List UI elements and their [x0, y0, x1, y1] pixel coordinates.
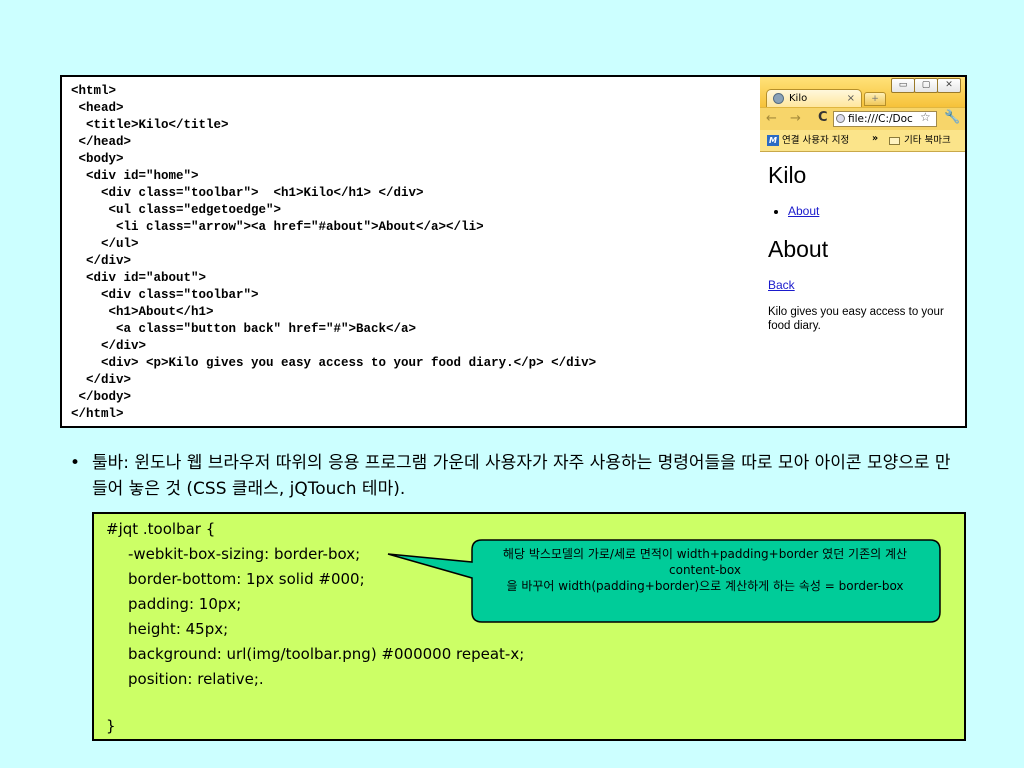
- css-rule: background: url(img/toolbar.png) #000000…: [128, 645, 525, 663]
- about-link[interactable]: About: [788, 204, 819, 218]
- bullet-text: 툴바: 윈도나 웹 브라우저 따위의 응용 프로그램 가운데 사용자가 자주 사…: [92, 453, 951, 499]
- css-rule: height: 45px;: [128, 620, 229, 638]
- back-arrow-icon[interactable]: ←: [766, 111, 777, 126]
- bookmarks-more-icon[interactable]: »: [872, 128, 878, 150]
- window-controls: ▭ ▢ ✕: [891, 78, 961, 93]
- page-icon: [836, 114, 845, 123]
- address-text: file:///C:/Doc: [848, 113, 913, 125]
- other-bookmarks[interactable]: 기타 북마크: [904, 130, 951, 152]
- maximize-icon[interactable]: ▢: [914, 78, 938, 93]
- home-list: About: [768, 204, 819, 218]
- callout-line-2: 을 바꾸어 width(padding+border)으로 계산하게 하는 속성…: [506, 579, 904, 593]
- callout-note: 해당 박스모델의 가로/세로 면적이 width+padding+border …: [470, 538, 940, 623]
- bookmarks-bar: M 연결 사용자 지정 » 기타 북마크: [760, 130, 965, 152]
- home-heading: Kilo: [768, 162, 807, 188]
- bullet-dot: •: [70, 453, 81, 473]
- about-heading: About: [768, 236, 829, 262]
- tab-kilo[interactable]: Kilo ×: [766, 89, 862, 108]
- css-rule: position: relative;.: [128, 670, 264, 688]
- browser-titlebar: ▭ ▢ ✕ Kilo × +: [760, 77, 965, 108]
- css-rule: padding: 10px;: [128, 595, 242, 613]
- reload-icon[interactable]: C: [818, 110, 828, 125]
- star-icon[interactable]: ☆: [920, 110, 931, 124]
- html-code-box: <html> <head> <title>Kilo</title> </head…: [60, 75, 760, 428]
- css-closing-brace: }: [106, 717, 116, 735]
- minimize-icon[interactable]: ▭: [891, 78, 915, 93]
- back-link[interactable]: Back: [768, 278, 795, 292]
- globe-icon: [773, 93, 784, 104]
- wrench-icon[interactable]: 🔧: [944, 110, 960, 125]
- back-link-row: Back: [768, 278, 953, 293]
- tab-title: Kilo: [789, 93, 808, 104]
- css-rule: border-bottom: 1px solid #000;: [128, 570, 365, 588]
- new-tab-icon[interactable]: +: [864, 92, 886, 106]
- css-rule: -webkit-box-sizing: border-box;: [128, 545, 361, 563]
- bookmark-m-icon: M: [767, 135, 779, 146]
- browser-window: ▭ ▢ ✕ Kilo × + ← → C file:///C:/Doc ☆ 🔧 …: [760, 77, 965, 426]
- browser-page: Kilo About About Back Kilo gives you eas…: [760, 152, 965, 426]
- html-code-listing: <html> <head> <title>Kilo</title> </head…: [71, 84, 597, 421]
- tab-close-icon[interactable]: ×: [847, 90, 855, 107]
- browser-toolbar: ← → C file:///C:/Doc ☆ 🔧: [760, 107, 965, 130]
- list-item: About: [788, 204, 819, 218]
- about-text: Kilo gives you easy access to your food …: [768, 306, 944, 332]
- forward-arrow-icon[interactable]: →: [790, 111, 801, 126]
- bookmark-custom-link[interactable]: 연결 사용자 지정: [782, 130, 849, 152]
- frame-border-bottom: [760, 426, 967, 428]
- close-icon[interactable]: ✕: [937, 78, 961, 93]
- folder-icon: [889, 137, 900, 145]
- frame-border-right: [965, 75, 967, 428]
- css-selector: #jqt .toolbar {: [106, 520, 216, 538]
- callout-line-1: 해당 박스모델의 가로/세로 면적이 width+padding+border …: [502, 547, 908, 577]
